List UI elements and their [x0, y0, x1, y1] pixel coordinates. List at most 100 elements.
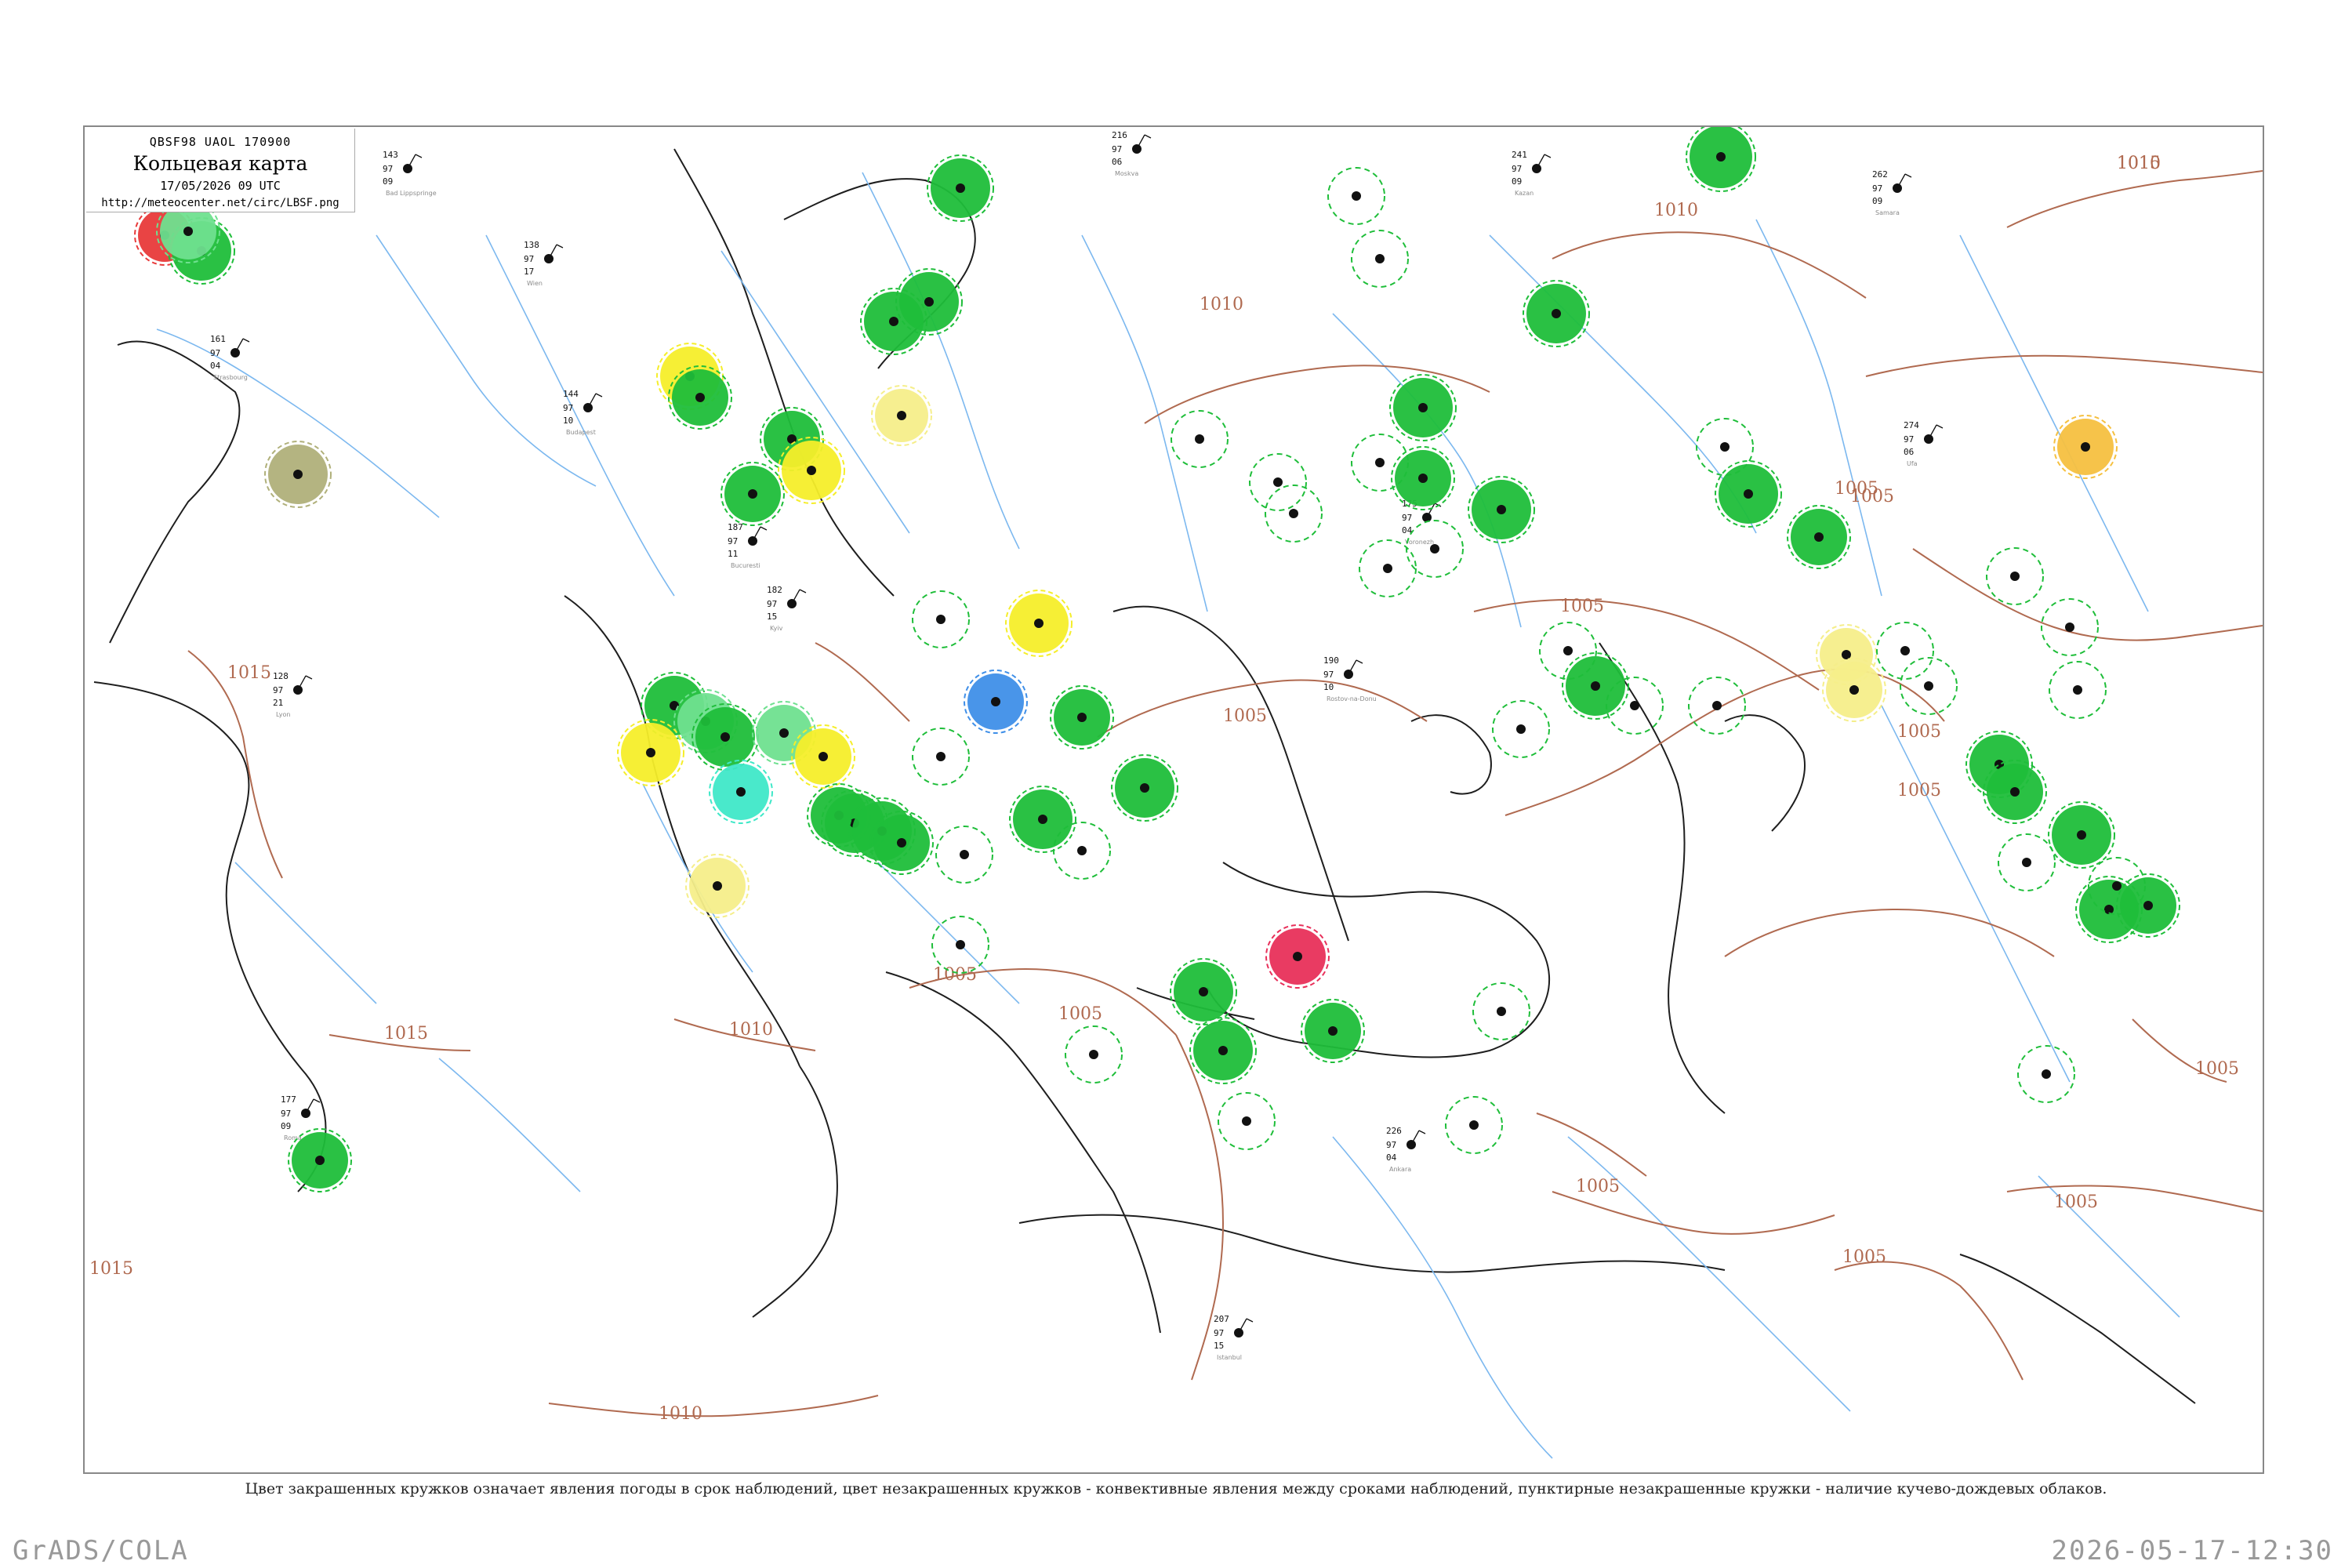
station-name: Strasbourg	[213, 374, 248, 381]
station-value: 97	[1904, 434, 1914, 445]
cb-cloud-circle	[1265, 485, 1323, 543]
isobar-label: 1015	[384, 1024, 428, 1044]
station-value: 216	[1112, 130, 1127, 140]
station-marker: 161 97 04 Strasbourg	[210, 334, 250, 381]
isobar-label: 1005	[1576, 1177, 1620, 1196]
weather-circle	[778, 437, 845, 504]
station-marker: 128 97 21 Lyon	[273, 671, 313, 718]
station-value: 10	[1323, 682, 1334, 692]
station-marker: 190 97 10 Rostov-na-Donu	[1323, 655, 1377, 702]
cb-cloud-circle	[1445, 1096, 1503, 1154]
station-value: 207	[1214, 1314, 1229, 1324]
station-name: Bucuresti	[731, 562, 760, 569]
header-code: QBSF98 UAOL 170900	[149, 135, 292, 149]
station-value: 182	[767, 585, 782, 595]
weather-map: 101510101010101010151015 1010100510051005…	[89, 127, 2263, 1459]
weather-circle	[1787, 505, 1851, 569]
isobar-label: 1005	[1850, 487, 1894, 506]
weather-circle	[2048, 801, 2115, 869]
cb-cloud-circle	[2049, 661, 2107, 719]
station-name: Kazan	[1515, 190, 1534, 197]
station-name: Rostov-na-Donu	[1327, 695, 1377, 702]
station-value: 09	[383, 176, 393, 187]
station-name: Moskva	[1115, 170, 1138, 177]
weather-circle	[1050, 685, 1114, 750]
isobar-label: 1010	[659, 1404, 702, 1424]
station-marker: 182 97 15 Kyiv	[767, 585, 807, 632]
cb-cloud-circle	[1998, 833, 2056, 891]
station-value: 97	[1402, 513, 1412, 523]
station-marker: 274 97 06 Ufa	[1904, 420, 1944, 467]
isobar-label: 1010	[1654, 201, 1698, 220]
station-value: 97	[1512, 164, 1522, 174]
station-value: 97	[383, 164, 393, 174]
station-value: 09	[1512, 176, 1522, 187]
cb-cloud-circle	[1249, 453, 1307, 511]
station-value: 97	[1872, 183, 1882, 194]
isobar-label: 1010	[2117, 154, 2161, 173]
cb-cloud-circle	[1359, 539, 1417, 597]
station-value: 97	[524, 254, 534, 264]
weather-circle	[1265, 924, 1330, 989]
map-datetime: 17/05/2026 09 UTC	[160, 179, 281, 193]
weather-circle	[1562, 652, 1629, 720]
cb-cloud-circle	[1688, 677, 1746, 735]
station-value: 15	[767, 612, 777, 622]
station-value: 04	[1386, 1152, 1397, 1163]
weather-circle	[1005, 590, 1073, 657]
station-value: 97	[210, 348, 220, 358]
station-value: 226	[1386, 1126, 1402, 1136]
isobar-label: 1005	[1842, 1247, 1886, 1267]
weather-circle	[1523, 280, 1590, 347]
station-value: 97	[1112, 144, 1122, 154]
weather-circle	[1301, 999, 1365, 1063]
map-title: Кольцевая карта	[132, 152, 308, 175]
station-value: 262	[1872, 169, 1888, 180]
cb-cloud-circle	[1065, 1025, 1123, 1083]
station-value: 11	[728, 549, 738, 559]
isobar-label: 1015	[89, 1259, 133, 1279]
cb-cloud-circle	[1406, 520, 1464, 578]
station-name: Samara	[1875, 209, 1900, 216]
station-value: 138	[524, 240, 539, 250]
isobar-label: 1010	[1200, 295, 1243, 314]
isobar-label: 1005	[1058, 1004, 1102, 1024]
weather-circle	[964, 670, 1028, 734]
source-url[interactable]: http://meteocenter.net/circ/LBSF.png	[86, 197, 354, 209]
weather-circles	[134, 127, 2180, 1192]
legend-footnote: Цвет закрашенных кружков означает явлени…	[245, 1480, 2107, 1497]
station-name: Roma	[284, 1134, 302, 1142]
station-value: 241	[1512, 150, 1527, 160]
cb-cloud-circle	[1539, 622, 1597, 680]
weather-circle	[2116, 873, 2180, 938]
station-value: 97	[563, 403, 573, 413]
footer-timestamp: 2026-05-17-12:30	[2051, 1535, 2333, 1566]
station-value: 97	[281, 1109, 291, 1119]
weather-circle	[1715, 460, 1782, 528]
weather-circle	[1009, 786, 1076, 853]
weather-circle	[1468, 476, 1535, 543]
weather-circle	[1111, 754, 1178, 822]
weather-circle	[720, 462, 785, 526]
isobar-label: 1005	[1897, 722, 1941, 742]
station-name: Wien	[527, 280, 543, 287]
station-value: 97	[1214, 1328, 1224, 1338]
cb-cloud-circle	[2041, 598, 2099, 656]
station-value: 144	[563, 389, 579, 399]
station-value: 21	[273, 698, 283, 708]
station-marker: 187 97 11 Bucuresti	[728, 522, 768, 569]
isobar-label: 1005	[1897, 781, 1941, 800]
station-name: Bad Lippspringe	[386, 190, 437, 197]
station-value: 161	[210, 334, 226, 344]
station-value: 128	[273, 671, 289, 681]
cb-cloud-circle	[1900, 657, 1958, 715]
station-value: 04	[210, 361, 221, 371]
isobars	[187, 170, 2263, 1417]
weather-circle	[691, 703, 759, 771]
station-value: 17	[524, 267, 534, 277]
isobar-label: 1005	[1560, 597, 1604, 616]
station-value: 15	[1214, 1341, 1224, 1351]
map-header-box: QBSF98 UAOL 170900 Кольцевая карта 17/05…	[86, 129, 355, 212]
weather-circle	[2053, 415, 2118, 479]
footer-software: GrADS/COLA	[13, 1535, 189, 1566]
